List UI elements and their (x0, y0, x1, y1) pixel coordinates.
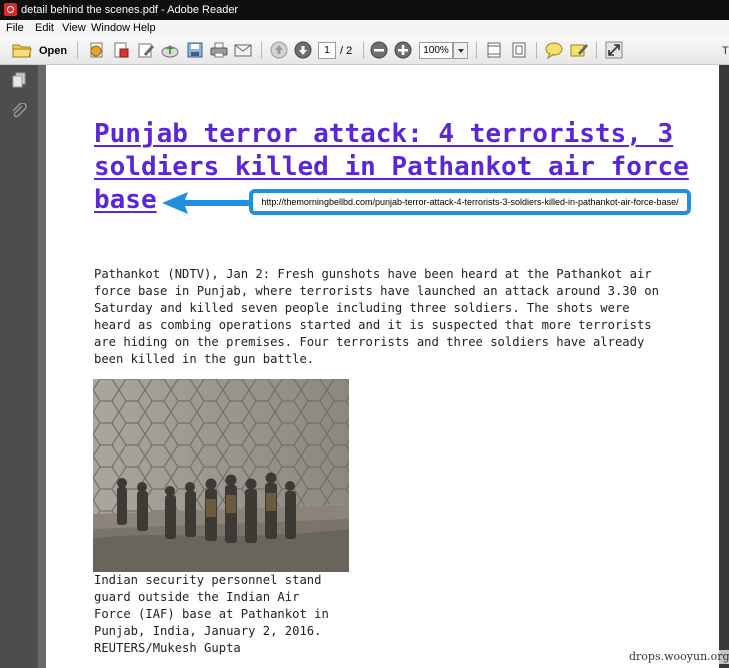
page-number-input[interactable]: 1 (318, 42, 336, 59)
zoom-dropdown-button[interactable] (453, 42, 468, 59)
zoom-out-icon[interactable] (370, 41, 388, 59)
body-line: heard as combing operations started and … (94, 318, 652, 332)
body-line: been killed in the gun battle. (94, 352, 315, 366)
menu-bar: File Edit View Window Help (0, 20, 729, 36)
save-icon[interactable] (186, 41, 204, 59)
watermark: drops.wooyun.org (627, 650, 729, 664)
body-line: Saturday and killed seven people includi… (94, 301, 630, 315)
zoom-in-icon[interactable] (394, 41, 412, 59)
callout-arrow (162, 192, 250, 214)
headline-line[interactable]: soldiers killed in Pathankot air force (94, 151, 689, 184)
sign-icon[interactable] (137, 41, 155, 59)
upload-icon[interactable] (161, 41, 179, 59)
menu-help[interactable]: Help (133, 21, 156, 35)
create-pdf-icon[interactable] (88, 41, 106, 59)
comment-icon[interactable] (545, 41, 563, 59)
fit-page-icon[interactable] (485, 41, 503, 59)
caption-line: guard outside the Indian Air (94, 590, 300, 604)
toolbar: Open 1 / 2 100% T (0, 36, 729, 65)
toolbar-separator (261, 42, 262, 59)
article-photo (93, 379, 349, 572)
page-down-icon[interactable] (294, 41, 312, 59)
email-icon[interactable] (234, 41, 252, 59)
attachment-icon[interactable] (11, 102, 27, 119)
caption-line: Indian security personnel stand (94, 573, 322, 587)
menu-file[interactable]: File (6, 21, 24, 35)
page-total: / 2 (340, 45, 353, 57)
caption-line: Punjab, India, January 2, 2016. (94, 624, 322, 638)
headline-line[interactable]: Punjab terror attack: 4 terrorists, 3 (94, 118, 684, 151)
caption-line: Force (IAF) base at Pathankot in (94, 607, 329, 621)
body-line: Pathankot (NDTV), Jan 2: Fresh gunshots … (94, 267, 652, 281)
toolbar-separator (476, 42, 477, 59)
pages-icon[interactable] (11, 72, 27, 88)
source-url-callout: http://themorningbellbd.com/punjab-terro… (249, 189, 691, 215)
page-up-icon[interactable] (270, 41, 288, 59)
convert-icon[interactable] (112, 41, 130, 59)
toolbar-separator (363, 42, 364, 59)
open-folder-icon[interactable] (12, 41, 32, 59)
body-line: are hiding on the premises. Four terrori… (94, 335, 645, 349)
highlight-icon[interactable] (570, 41, 588, 59)
article-body: Pathankot (NDTV), Jan 2: Fresh gunshots … (94, 266, 684, 368)
menu-edit[interactable]: Edit (35, 21, 54, 35)
photo-caption: Indian security personnel stand guard ou… (94, 572, 394, 657)
caption-line: REUTERS/Mukesh Gupta (94, 641, 241, 655)
toolbar-overflow-label[interactable]: T (722, 44, 729, 58)
menu-view[interactable]: View (62, 21, 86, 35)
zoom-input[interactable]: 100% (419, 42, 453, 59)
full-page-icon[interactable] (510, 41, 528, 59)
print-icon[interactable] (210, 41, 228, 59)
body-line: force base in Punjab, where terrorists h… (94, 284, 659, 298)
toolbar-separator (536, 42, 537, 59)
menu-window[interactable]: Window (91, 21, 130, 35)
title-bar: detail behind the scenes.pdf - Adobe Rea… (0, 0, 729, 20)
toolbar-separator (596, 42, 597, 59)
open-button-label[interactable]: Open (39, 44, 67, 58)
toolbar-separator (77, 42, 78, 59)
adobe-reader-icon (4, 3, 17, 16)
window-title: detail behind the scenes.pdf - Adobe Rea… (21, 4, 239, 16)
expand-icon[interactable] (605, 41, 623, 59)
navigation-panel (0, 65, 38, 668)
